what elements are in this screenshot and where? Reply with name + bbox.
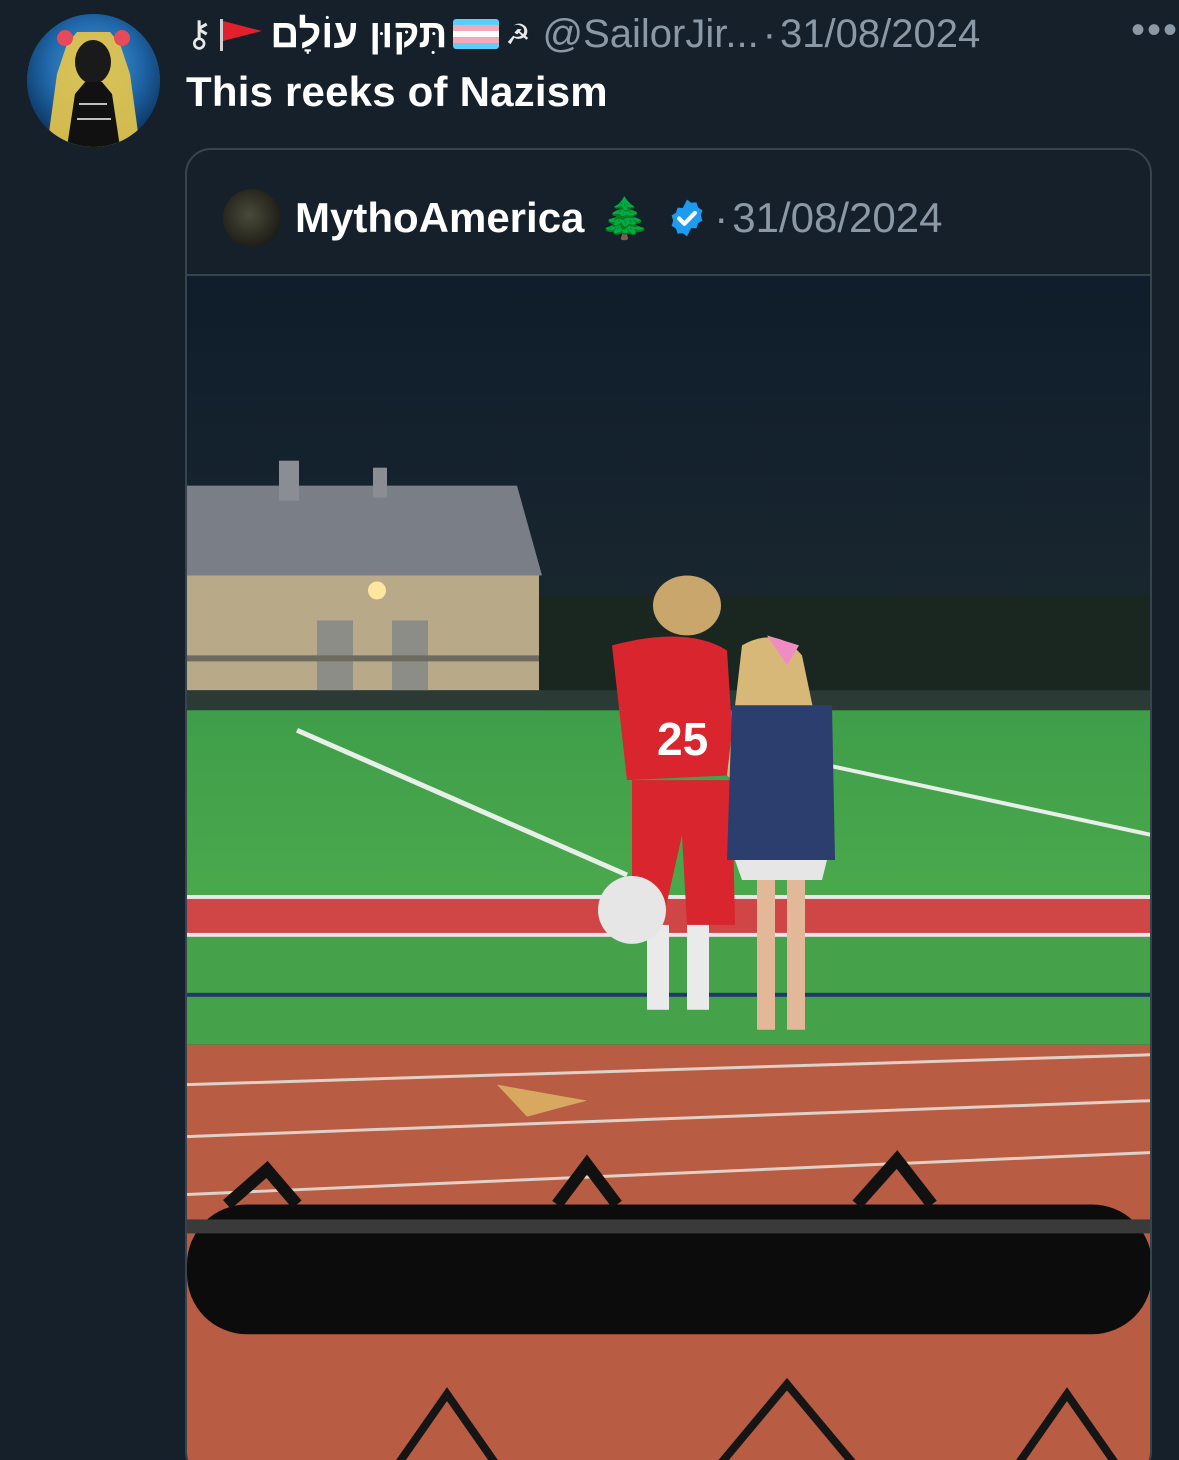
tree-emoji: 🌲: [600, 196, 651, 241]
quoted-user-name[interactable]: MythoAmerica: [295, 194, 584, 242]
tweet-text: This reeks of Nazism: [186, 68, 608, 115]
display-name-suffix: ☭: [505, 18, 531, 50]
quoted-tweet-photo[interactable]: 25: [187, 274, 1150, 1460]
separator-dot: ·: [762, 11, 777, 56]
quoted-separator-dot: ·: [714, 194, 729, 241]
red-flag-icon: [220, 19, 263, 51]
tweet[interactable]: ⚷ תִּקּוּן עוֹלָם ☭ @SailorJir... · 31/0…: [0, 0, 1179, 1460]
user-avatar[interactable]: [27, 14, 160, 147]
verified-badge-icon: [671, 199, 703, 237]
transgender-flag-icon: [453, 19, 500, 49]
display-name-symbol: ⚷: [186, 13, 213, 54]
quoted-user-avatar[interactable]: [223, 189, 281, 247]
more-options-icon[interactable]: •••: [1131, 8, 1179, 53]
quoted-tweet-header: MythoAmerica 🌲 · 31/08/2024: [223, 186, 942, 250]
tweet-date[interactable]: 31/08/2024: [780, 12, 980, 57]
display-name[interactable]: ⚷ תִּקּוּן עוֹלָם ☭: [186, 12, 530, 57]
display-name-text: תִּקּוּן עוֹלָם: [270, 11, 448, 56]
quoted-tweet-card[interactable]: MythoAmerica 🌲 · 31/08/2024 25: [185, 148, 1152, 1460]
user-handle[interactable]: @SailorJir...: [542, 12, 758, 57]
svg-text:25: 25: [657, 713, 708, 765]
tweet-header: ⚷ תִּקּוּן עוֹלָם ☭ @SailorJir... · 31/0…: [186, 6, 1159, 62]
quoted-tweet-date[interactable]: 31/08/2024: [732, 194, 942, 242]
